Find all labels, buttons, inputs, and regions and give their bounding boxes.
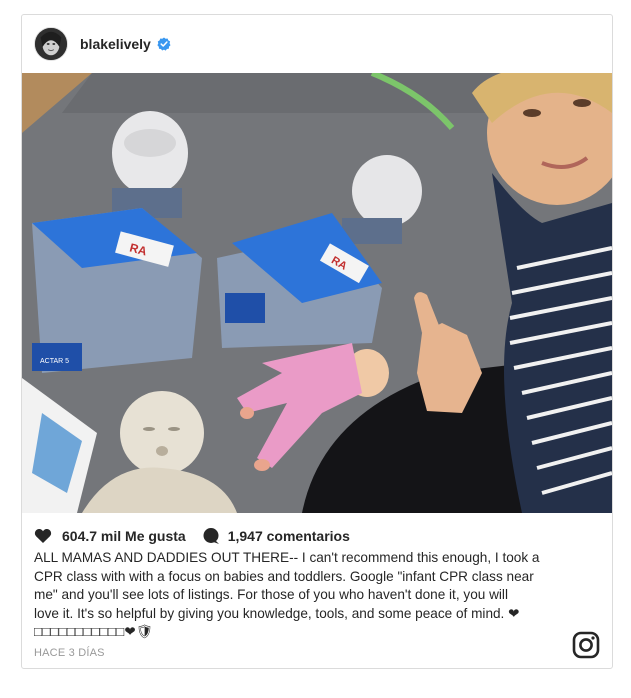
heart-icon[interactable] bbox=[34, 527, 52, 545]
post-actions: 604.7 mil Me gusta 1,947 comentarios bbox=[34, 525, 350, 547]
post-photo[interactable]: RA RA ACTAR 5 bbox=[22, 73, 612, 513]
instagram-logo-icon[interactable] bbox=[572, 631, 600, 659]
caption-line: love it. It's so helpful by giving you k… bbox=[34, 605, 520, 621]
post-header: blakelively bbox=[22, 15, 612, 73]
caption-line: □□□□□□□□□□□❤🛡 bbox=[34, 624, 153, 639]
caption-line: me" and you'll see lots of listings. For… bbox=[34, 587, 508, 602]
comments-count[interactable]: 1,947 comentarios bbox=[228, 528, 350, 544]
instagram-embed-card: blakelively RA RA ACTAR 5 604.7 mil Me g… bbox=[21, 14, 613, 669]
post-timestamp[interactable]: HACE 3 DÍAS bbox=[34, 647, 105, 659]
avatar[interactable] bbox=[34, 27, 68, 61]
post-caption: ALL MAMAS AND DADDIES OUT THERE-- I can'… bbox=[34, 549, 594, 642]
device-label: ACTAR 5 bbox=[40, 358, 69, 365]
username-link[interactable]: blakelively bbox=[80, 36, 151, 52]
likes-count[interactable]: 604.7 mil Me gusta bbox=[62, 528, 186, 544]
comment-bubble-icon[interactable] bbox=[202, 527, 220, 545]
verified-badge-icon bbox=[157, 37, 171, 51]
caption-line: ALL MAMAS AND DADDIES OUT THERE-- I can'… bbox=[34, 550, 540, 565]
caption-line: CPR class with with a focus on babies an… bbox=[34, 568, 534, 584]
